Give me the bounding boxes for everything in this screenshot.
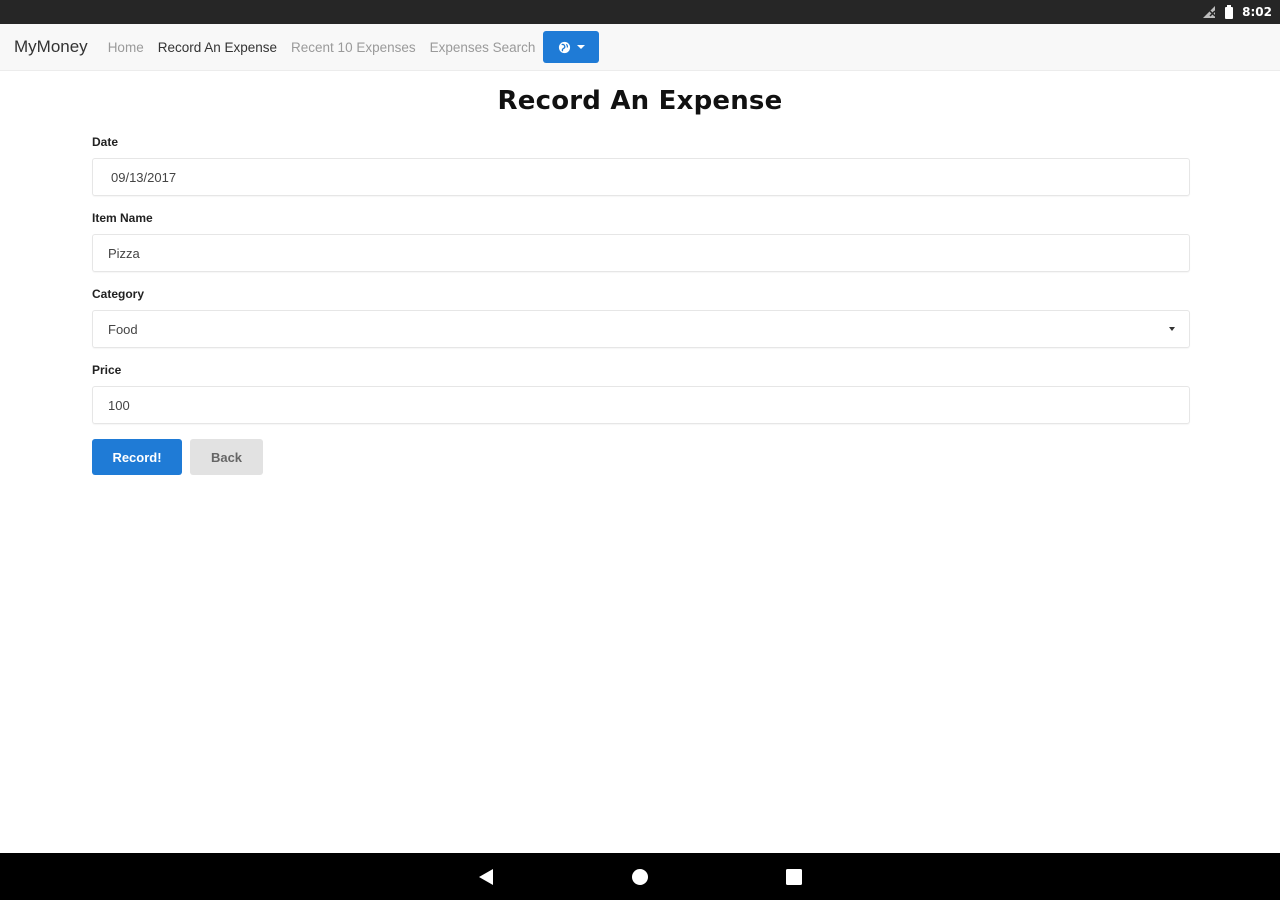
date-field[interactable]: 09/13/2017 — [92, 158, 1190, 196]
nav-link-record-expense[interactable]: Record An Expense — [158, 40, 277, 55]
nav-link-home[interactable]: Home — [108, 40, 144, 55]
record-button[interactable]: Record! — [92, 439, 182, 475]
chevron-down-icon — [576, 45, 585, 49]
globe-icon — [558, 41, 571, 54]
item-name-value: Pizza — [108, 245, 140, 261]
brand-link[interactable]: MyMoney — [14, 37, 88, 57]
category-select[interactable]: Food — [92, 310, 1190, 348]
signal-icon — [1202, 5, 1216, 19]
item-name-label: Item Name — [92, 211, 153, 225]
home-icon[interactable] — [628, 865, 652, 889]
page-title: Record An Expense — [497, 86, 783, 116]
battery-icon — [1222, 5, 1236, 19]
status-time: 8:02 — [1242, 5, 1272, 19]
item-name-group: Item Name Pizza — [92, 211, 1190, 272]
back-icon[interactable] — [474, 865, 498, 889]
back-button[interactable]: Back — [190, 439, 263, 475]
price-value: 100 — [108, 397, 130, 413]
price-group: Price 100 — [92, 363, 1190, 424]
nav-link-recent-expenses[interactable]: Recent 10 Expenses — [291, 40, 416, 55]
category-selected-value: Food — [108, 321, 138, 337]
language-dropdown-button[interactable] — [543, 31, 600, 63]
category-label: Category — [92, 287, 145, 301]
price-label: Price — [92, 363, 122, 377]
date-value: 09/13/2017 — [111, 169, 177, 185]
item-name-field[interactable]: Pizza — [92, 234, 1190, 272]
navbar: MyMoney Home Record An Expense Recent 10… — [0, 24, 1280, 71]
recents-icon[interactable] — [782, 865, 806, 889]
nav-link-expenses-search[interactable]: Expenses Search — [430, 40, 536, 55]
date-label: Date — [92, 135, 119, 149]
form-buttons: Record! Back — [92, 439, 1190, 475]
system-navigation-bar — [0, 853, 1280, 900]
dropdown-arrow-icon — [1169, 327, 1175, 331]
status-bar: 8:02 — [0, 0, 1280, 24]
expense-form: Date 09/13/2017 Item Name Pizza Category… — [92, 135, 1190, 475]
category-group: Category Food — [92, 287, 1190, 348]
price-field[interactable]: 100 — [92, 386, 1190, 424]
date-group: Date 09/13/2017 — [92, 135, 1190, 196]
